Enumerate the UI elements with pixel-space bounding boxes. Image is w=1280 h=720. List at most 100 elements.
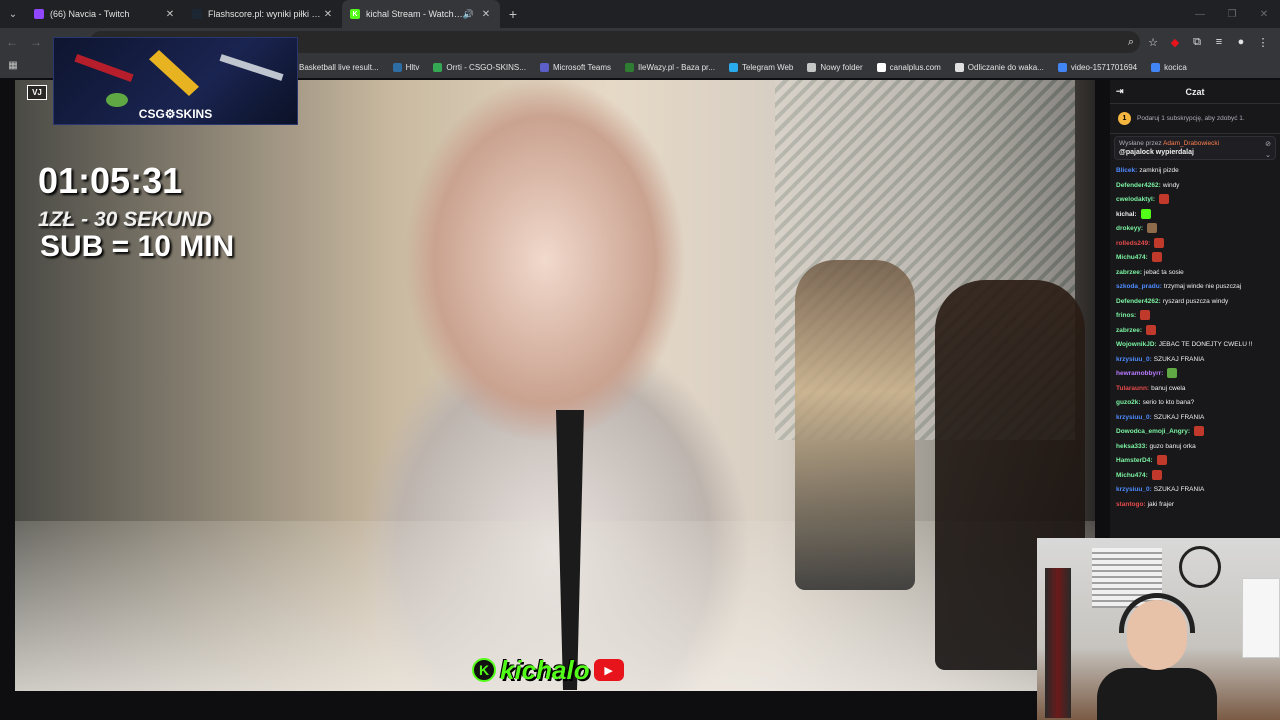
bookmark-label: Orrti - CSGO-SKINS... — [446, 62, 526, 72]
chat-text: JEBAC TE DONEJTY CWELU !! — [1158, 341, 1253, 348]
chat-username[interactable]: zabrzee: — [1116, 327, 1142, 334]
chat-message: rolleds249: — [1116, 237, 1274, 252]
donation-rule-text: 1ZŁ - 30 SEKUND — [38, 208, 212, 231]
collapse-chat-icon[interactable]: ⇥ — [1116, 86, 1124, 97]
bookmark-item[interactable]: kocica — [1151, 62, 1187, 72]
bookmark-item[interactable]: Hltv — [392, 62, 419, 72]
chat-username[interactable]: Defender4262: — [1116, 182, 1161, 189]
bookmark-item[interactable]: Basketball live result... — [286, 62, 379, 72]
tab-close-icon[interactable]: ✕ — [322, 9, 334, 20]
chat-emote-icon — [1146, 324, 1157, 335]
bookmark-label: Nowy folder — [820, 62, 863, 72]
new-tab-icon[interactable]: + — [500, 6, 526, 22]
chat-emote-icon — [1140, 310, 1151, 321]
chat-username[interactable]: stantogo: — [1116, 501, 1146, 508]
tab-audio-icon[interactable]: 🔊 — [463, 9, 474, 20]
chat-username[interactable]: Blicek: — [1116, 167, 1137, 174]
browser-tab[interactable]: Flashscore.pl: wyniki piłki nożnej✕ — [184, 0, 342, 28]
pinned-text: @pajalock wypierdalaj — [1119, 149, 1194, 156]
chat-emote-icon — [1167, 368, 1178, 379]
chat-panel: ⇥ Czat 1 Podaruj 1 subskrypcję, aby zdob… — [1110, 80, 1280, 538]
chevron-down-icon[interactable]: ⌄ — [1265, 151, 1271, 159]
bookmark-item[interactable]: canalplus.com — [876, 62, 941, 72]
extensions-puzzle-icon[interactable]: ⧉ — [1186, 28, 1208, 56]
chat-username[interactable]: frinos: — [1116, 312, 1136, 319]
channel-badge: VJ — [27, 85, 47, 100]
chat-username[interactable]: Tularaunn: — [1116, 385, 1149, 392]
chat-username[interactable]: hewramobbyrr: — [1116, 370, 1163, 377]
zoom-icon[interactable]: ⌕ — [1120, 28, 1142, 56]
chat-username[interactable]: kichal: — [1116, 211, 1137, 218]
punching-bag — [1045, 568, 1071, 718]
chat-text: zamknij pizde — [1139, 167, 1179, 174]
tab-close-icon[interactable]: ✕ — [480, 9, 492, 20]
chat-username[interactable]: drokeyy: — [1116, 225, 1143, 232]
maximize-icon[interactable]: ❐ — [1216, 0, 1248, 28]
bookmark-item[interactable]: Orrti - CSGO-SKINS... — [433, 62, 526, 72]
tab-title: (66) Navcia - Twitch — [50, 9, 130, 19]
chat-header: ⇥ Czat — [1110, 80, 1280, 104]
chat-username[interactable]: HamsterD4: — [1116, 457, 1153, 464]
browser-window: ⌄ (66) Navcia - Twitch ✕ Flashscore.pl: wy… — [0, 0, 1280, 720]
tab-search-icon[interactable]: ⌄ — [0, 0, 26, 28]
forward-icon[interactable]: → — [24, 28, 48, 56]
chat-username[interactable]: heksa333: — [1116, 443, 1147, 450]
apps-grid-icon[interactable]: ▦ — [6, 60, 20, 74]
chat-username[interactable]: krzysiuu_0: — [1116, 414, 1152, 421]
profile-avatar-icon[interactable]: ● — [1230, 28, 1252, 56]
chat-username[interactable]: guzo2k: — [1116, 399, 1141, 406]
pin-icon[interactable]: ⊘ — [1265, 140, 1271, 148]
chat-message: hewramobbyrr: — [1116, 367, 1274, 382]
back-icon[interactable]: ← — [0, 28, 24, 56]
chat-text: ryszard puszcza windy — [1162, 297, 1229, 305]
media-control-icon[interactable]: ≡ — [1208, 28, 1230, 56]
chat-username[interactable]: rolleds249: — [1116, 240, 1150, 247]
chat-username[interactable]: Dowodca_emoji_Angry: — [1116, 428, 1190, 435]
bookmark-favicon-icon — [1057, 62, 1067, 72]
bookmark-item[interactable]: video-1571701694 — [1057, 62, 1137, 72]
shelf — [1242, 578, 1280, 658]
chat-username[interactable]: krzysiuu_0: — [1116, 356, 1152, 363]
pinned-message[interactable]: Wysłane przez Adam_Drabowiecki @pajalock… — [1114, 136, 1276, 160]
chat-message: guzo2k: serio to kto bana? — [1116, 396, 1274, 411]
pinned-sent-by: Wysłane przez — [1119, 140, 1162, 147]
chat-username[interactable]: Defender4262: — [1116, 298, 1161, 305]
chat-message: krzysiuu_0: SZUKAJ FRANIA — [1116, 353, 1274, 368]
chat-message: HamsterD4: — [1116, 454, 1274, 469]
bookmark-label: IleWazy.pl - Baza pr... — [638, 62, 715, 72]
menu-kebab-icon[interactable]: ⋮ — [1252, 28, 1274, 56]
chat-message: Defender4262: ryszard puszcza windy — [1116, 295, 1274, 310]
minimize-icon[interactable]: — — [1184, 0, 1216, 28]
pinned-sender-line: Wysłane przez Adam_Drabowiecki — [1119, 140, 1271, 147]
bookmark-item[interactable]: IleWazy.pl - Baza pr... — [625, 62, 715, 72]
bookmark-item[interactable]: Telegram Web — [728, 62, 793, 72]
pepe-icon — [106, 93, 128, 107]
bookmark-item[interactable]: Odliczanie do waka... — [954, 62, 1044, 72]
chat-message: kichal: — [1116, 208, 1274, 223]
chat-message: heksa333: guzo banuj orka — [1116, 440, 1274, 455]
tab-title: Flashscore.pl: wyniki piłki nożnej — [208, 9, 322, 19]
gift-coin-icon: 1 — [1118, 112, 1131, 125]
chat-username[interactable]: Michu474: — [1116, 472, 1148, 479]
bookmark-star-icon[interactable]: ☆ — [1142, 28, 1164, 56]
browser-tab[interactable]: (66) Navcia - Twitch ✕ — [26, 0, 184, 28]
chat-username[interactable]: WojownikJD: — [1116, 341, 1157, 348]
sniper-skin-icon — [219, 54, 284, 81]
close-window-icon[interactable]: ✕ — [1248, 0, 1280, 28]
chat-username[interactable]: cwelodaktyl: — [1116, 196, 1155, 203]
chat-username[interactable]: szkoda_pradu: — [1116, 283, 1162, 290]
chat-username[interactable]: Michu474: — [1116, 254, 1148, 261]
tab-close-icon[interactable]: ✕ — [164, 9, 176, 20]
chat-username[interactable]: krzysiuu_0: — [1116, 486, 1152, 493]
chat-username[interactable]: zabrzee: — [1116, 269, 1142, 276]
gift-sub-banner[interactable]: 1 Podaruj 1 subskrypcję, aby zdobyć 1. — [1110, 104, 1280, 134]
browser-tab[interactable]: Kkichal Stream - Watch Live on Kick🔊 ✕ — [342, 0, 500, 28]
tab-title: kichal Stream - Watch Live on Kick — [366, 9, 463, 19]
extension-icon[interactable]: ◆ — [1164, 28, 1186, 56]
bookmark-item[interactable]: Microsoft Teams — [539, 62, 611, 72]
bookmarks-list: Basketball live result... Hltv Orrti - CSG… — [286, 62, 1201, 72]
sponsor-ad-banner[interactable]: CSG⚙SKINS — [53, 37, 298, 125]
bookmark-item[interactable]: Nowy folder — [807, 62, 863, 72]
tab-favicon-icon: K — [350, 9, 360, 19]
subathon-timer: 01:05:31 — [38, 160, 183, 201]
